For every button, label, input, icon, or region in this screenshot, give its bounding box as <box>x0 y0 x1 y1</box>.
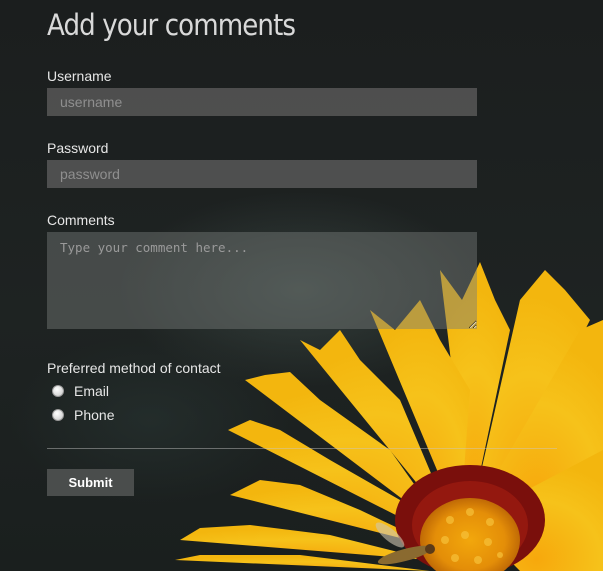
password-input[interactable] <box>47 160 477 188</box>
password-label: Password <box>47 140 109 156</box>
phone-radio-label: Phone <box>74 407 115 423</box>
comment-form-page: Add your comments Username Password Comm… <box>0 0 603 571</box>
username-input[interactable] <box>47 88 477 116</box>
contact-option-email[interactable]: Email <box>52 383 109 399</box>
email-radio-label: Email <box>74 383 110 399</box>
form-divider <box>47 448 557 449</box>
phone-radio[interactable] <box>52 409 64 421</box>
contact-method-label: Preferred method of contact <box>47 360 221 376</box>
page-title: Add your comments <box>47 8 296 42</box>
contact-option-phone[interactable]: Phone <box>52 407 114 423</box>
email-radio[interactable] <box>52 385 64 397</box>
comments-textarea[interactable] <box>47 232 477 329</box>
username-label: Username <box>47 68 112 84</box>
comments-label: Comments <box>47 212 115 228</box>
submit-button[interactable]: Submit <box>47 469 134 496</box>
